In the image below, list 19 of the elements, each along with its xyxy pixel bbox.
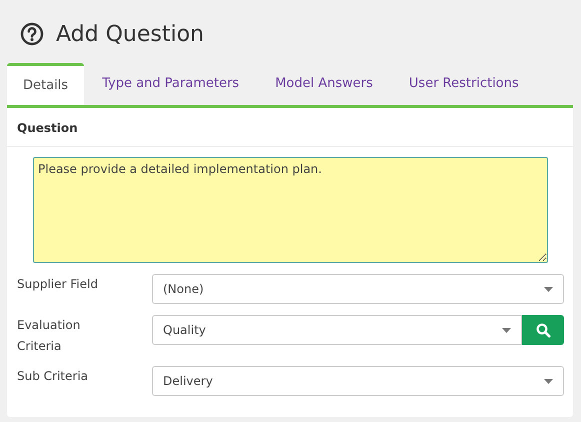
search-icon [536,322,550,338]
field-label: Sub Criteria [17,368,90,385]
question-field[interactable]: Please provide a detailed implementation plan. [33,157,548,263]
tab[interactable]: Model Answers [257,63,391,105]
tab[interactable]: User Restrictions [390,63,537,105]
dropdown[interactable]: Quality [152,315,522,345]
tab[interactable]: Type and Parameters [84,63,258,105]
dropdown[interactable]: Delivery [152,366,564,396]
caret-icon [502,328,511,332]
caret-icon [544,286,553,292]
page-title: Add Question [56,22,204,46]
search-button[interactable] [522,315,564,345]
field-label: Supplier Field [17,276,99,293]
tab[interactable]: Details [7,63,84,105]
field-label: Evaluation Criteria [17,317,82,355]
help-icon [20,22,44,46]
section-heading: Question [7,108,573,147]
dropdown[interactable]: (None) [152,274,564,304]
caret-icon [544,378,553,384]
